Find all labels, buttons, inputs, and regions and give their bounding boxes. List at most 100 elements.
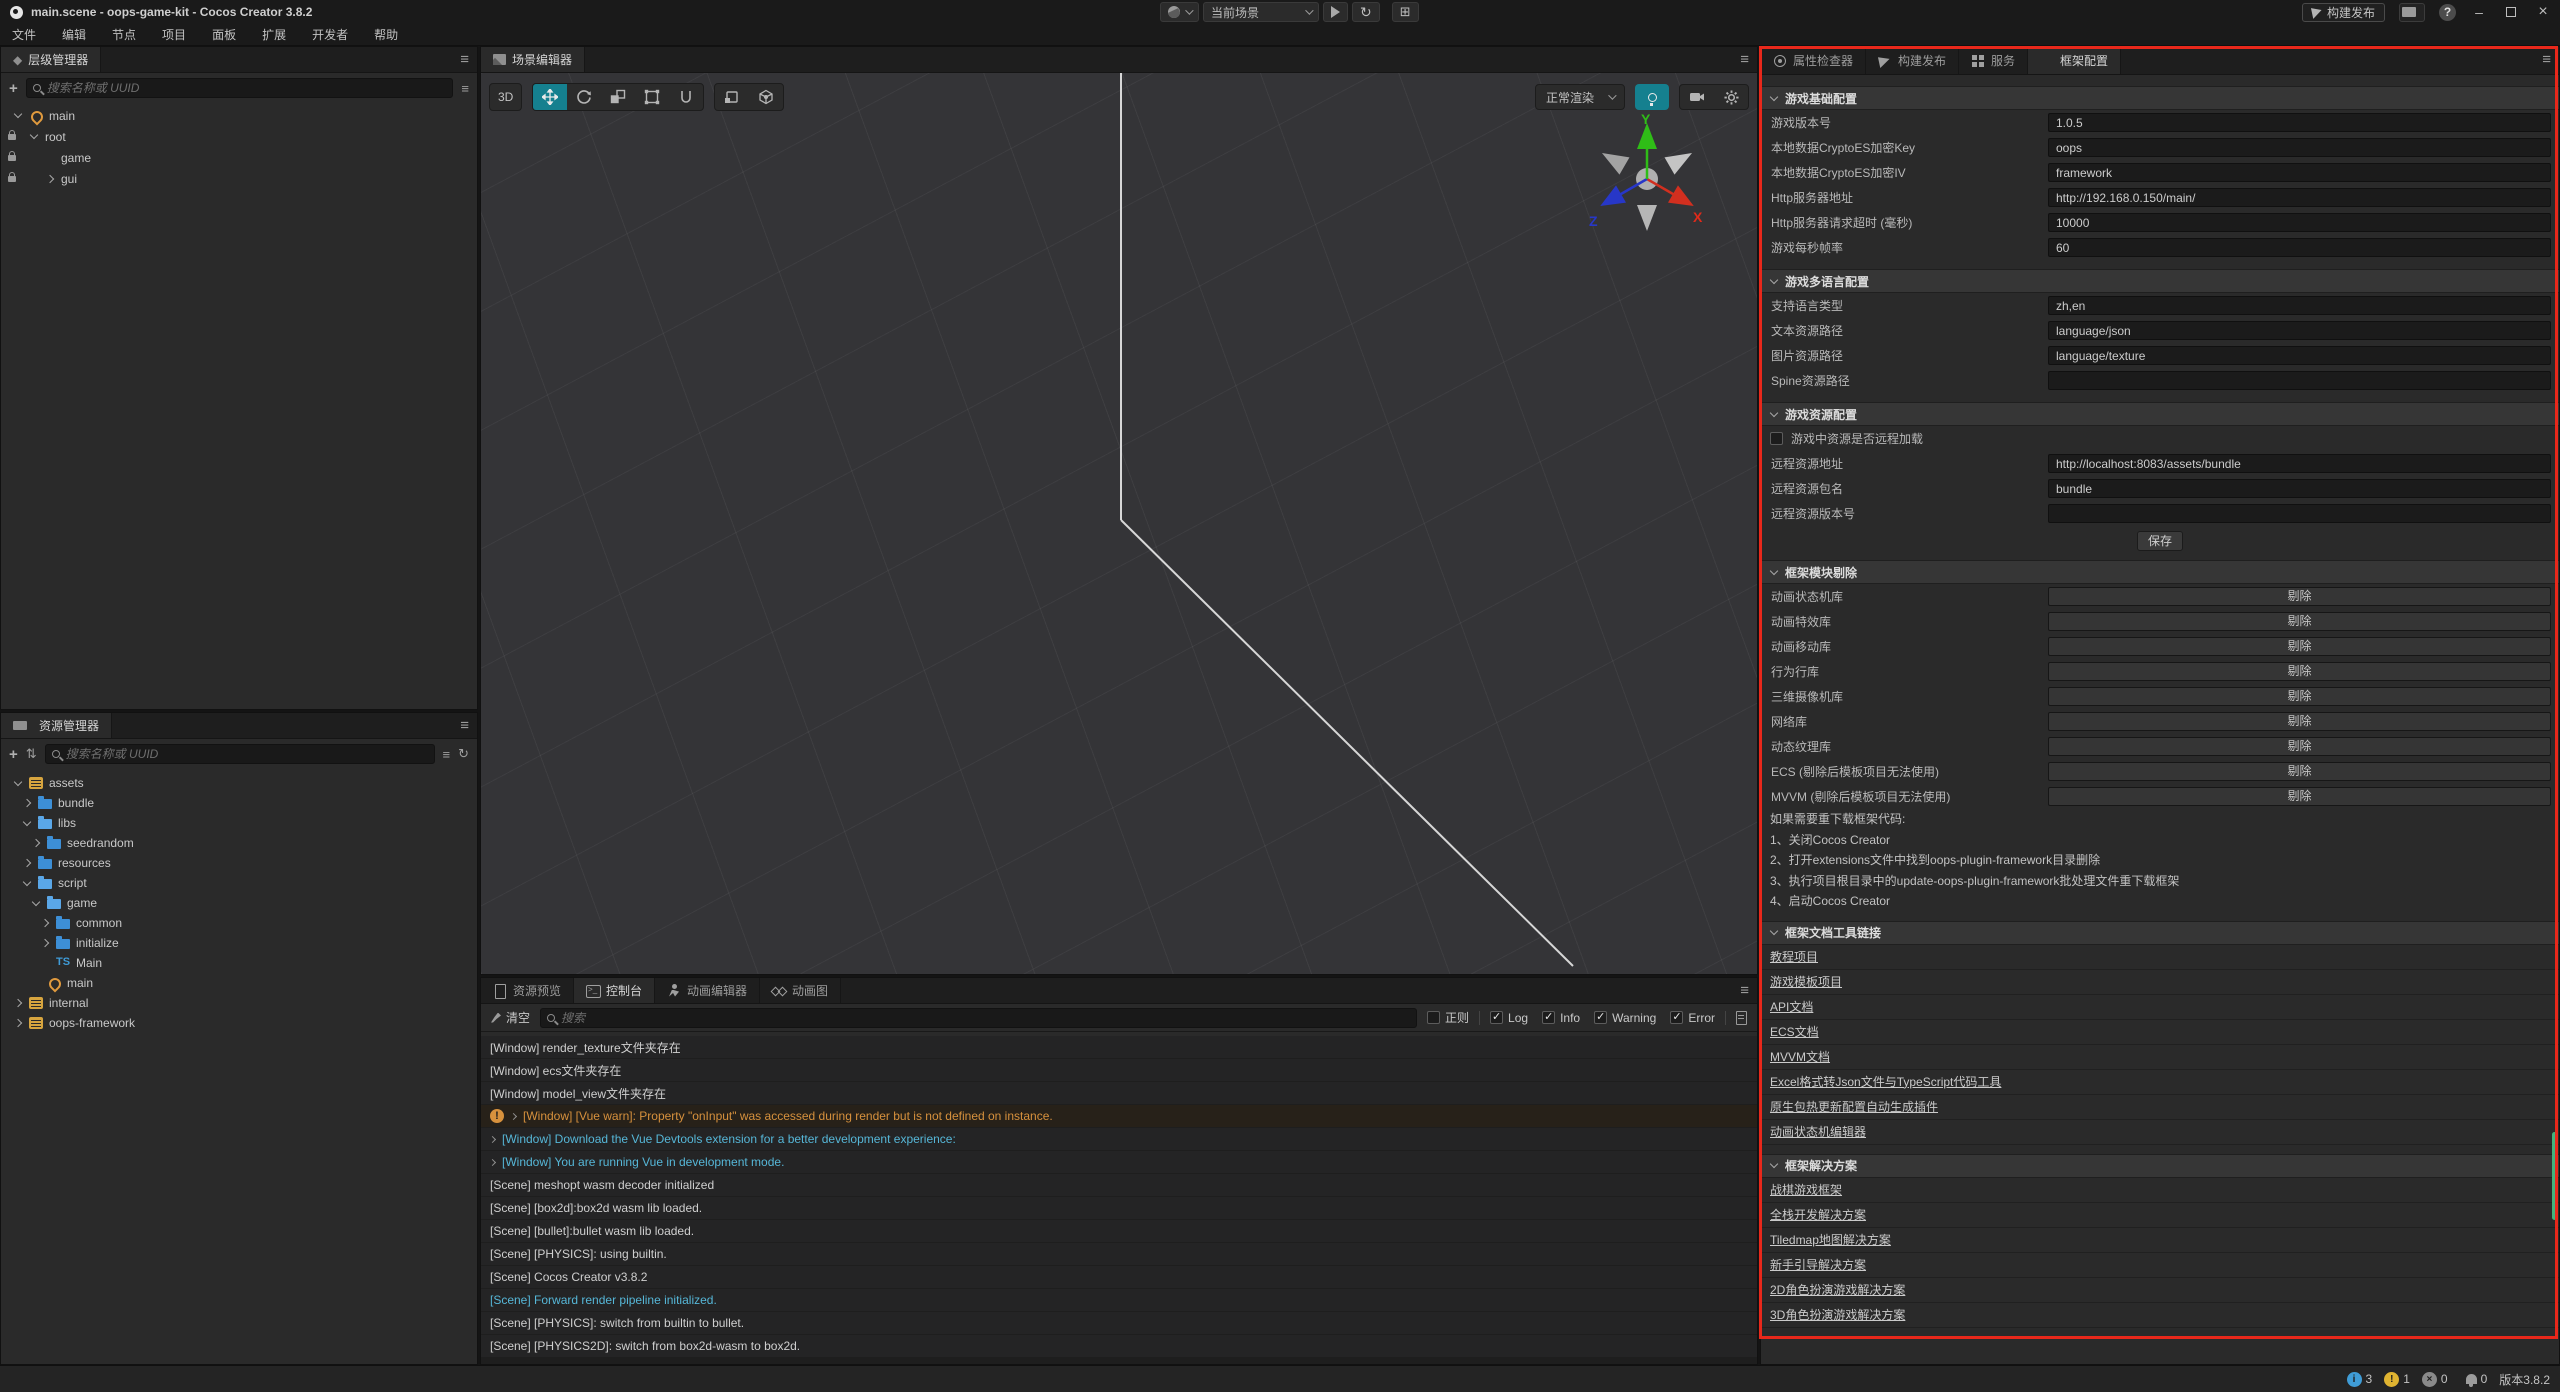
axis-z-label[interactable]: Z	[1589, 213, 1598, 229]
tree-caret-icon[interactable]	[14, 777, 22, 785]
log-row[interactable]: ! [Window] model_view文件夹存在	[481, 1082, 1757, 1104]
tree-caret-icon[interactable]	[32, 897, 40, 905]
doc-link[interactable]: API文档	[1770, 1000, 1813, 1014]
tree-caret-icon[interactable]	[14, 999, 22, 1007]
log-row[interactable]: ! [Window] Download the Vue Devtools ext…	[481, 1128, 1757, 1150]
tree-caret-icon[interactable]	[30, 131, 38, 139]
expand-caret-icon[interactable]	[510, 1112, 517, 1119]
rect-tool-button[interactable]	[635, 84, 669, 110]
doc-link[interactable]: Excel格式转Json文件与TypeScript代码工具	[1770, 1075, 2001, 1089]
help-button[interactable]: ?	[2439, 4, 2456, 21]
doc-link[interactable]: 教程项目	[1770, 950, 1818, 964]
menu-item[interactable]: 扩展	[262, 26, 286, 43]
log-row[interactable]: ! [Scene] [PHYSICS]: switch from builtin…	[481, 1312, 1757, 1334]
orientation-gizmo[interactable]: Y X Z	[1587, 117, 1707, 247]
hierarchy-node-row[interactable]: game	[1, 147, 477, 168]
property-input[interactable]	[2048, 346, 2551, 365]
asset-node-row[interactable]: libs	[1, 813, 477, 833]
tree-caret-icon[interactable]	[14, 110, 22, 118]
reload-button[interactable]: ↻	[1352, 2, 1380, 22]
property-input[interactable]	[2048, 138, 2551, 157]
expand-caret-icon[interactable]	[489, 1158, 496, 1165]
remove-module-button[interactable]: 剔除	[2048, 762, 2551, 781]
gear-button[interactable]	[1714, 85, 1748, 109]
doc-link[interactable]: MVVM文档	[1770, 1050, 1830, 1064]
scrollbar-thumb[interactable]	[2552, 1132, 2557, 1220]
save-button[interactable]: 保存	[2137, 531, 2183, 551]
regex-checkbox[interactable]	[1427, 1011, 1440, 1024]
property-input[interactable]	[2048, 371, 2551, 390]
section-header-solutions[interactable]: 框架解决方案	[1761, 1154, 2559, 1178]
property-input[interactable]	[2048, 238, 2551, 257]
console-search[interactable]	[540, 1008, 1417, 1028]
tree-caret-icon[interactable]	[46, 174, 54, 182]
error-count[interactable]: × 0	[2422, 1372, 2448, 1387]
log-row[interactable]: ! [Scene] [box2d]:box2d wasm lib loaded.	[481, 1197, 1757, 1219]
tree-caret-icon[interactable]	[23, 817, 31, 825]
console-log-list[interactable]: ! [Window] render_texture文件夹存在 ! [Window…	[481, 1036, 1757, 1364]
tree-caret-icon[interactable]	[41, 939, 49, 947]
property-input[interactable]	[2048, 296, 2551, 315]
remove-module-button[interactable]: 剔除	[2048, 587, 2551, 606]
doc-link[interactable]: 原生包热更新配置自动生成插件	[1770, 1100, 1938, 1114]
asset-node-row[interactable]: seedrandom	[1, 833, 477, 853]
rotate-tool-button[interactable]	[567, 84, 601, 110]
hierarchy-search-input[interactable]	[47, 81, 447, 95]
property-input[interactable]	[2048, 454, 2551, 473]
console-tab[interactable]: 控制台	[574, 978, 655, 1003]
asset-node-row[interactable]: initialize	[1, 933, 477, 953]
filter-checkbox[interactable]	[1670, 1011, 1683, 1024]
property-input[interactable]	[2048, 479, 2551, 498]
menu-item[interactable]: 面板	[212, 26, 236, 43]
tab-assets[interactable]: 资源管理器	[1, 713, 112, 738]
scene-select-dropdown[interactable]: 当前场景	[1203, 2, 1319, 22]
section-header-docs[interactable]: 框架文档工具链接	[1761, 921, 2559, 945]
remove-module-button[interactable]: 剔除	[2048, 612, 2551, 631]
tree-caret-icon[interactable]	[23, 799, 31, 807]
log-row[interactable]: ! [Window] render_texture文件夹存在	[481, 1036, 1757, 1058]
window-close-button[interactable]: ×	[2534, 3, 2552, 21]
asset-node-row[interactable]: script	[1, 873, 477, 893]
inspector-tab[interactable]: 框架配置	[2028, 47, 2121, 74]
solution-link[interactable]: 全栈开发解决方案	[1770, 1208, 1866, 1222]
filter-icon[interactable]: ≡	[443, 747, 451, 762]
log-row[interactable]: ! [Scene] Cocos Creator v3.8.2	[481, 1266, 1757, 1288]
tab-scene-editor[interactable]: 场景编辑器	[481, 47, 585, 72]
log-row[interactable]: ! [Scene] meshopt wasm decoder initializ…	[481, 1174, 1757, 1196]
sort-icon[interactable]: ⇅	[26, 746, 37, 762]
log-file-icon[interactable]	[1736, 1011, 1747, 1025]
property-input[interactable]	[2048, 321, 2551, 340]
log-row[interactable]: ! [Scene] Forward render pipeline initia…	[481, 1289, 1757, 1311]
section-header-res[interactable]: 游戏资源配置	[1761, 402, 2559, 426]
tree-caret-icon[interactable]	[23, 877, 31, 885]
filter-checkbox[interactable]	[1542, 1011, 1555, 1024]
doc-link[interactable]: 游戏模板项目	[1770, 975, 1842, 989]
pivot-snap-button[interactable]	[715, 84, 749, 110]
solution-link[interactable]: 新手引导解决方案	[1770, 1258, 1866, 1272]
log-row[interactable]: ! [Scene] [PHYSICS2D]: switch from box2d…	[481, 1335, 1757, 1357]
build-publish-button[interactable]: 构建发布	[2302, 3, 2385, 22]
property-input[interactable]	[2048, 163, 2551, 182]
filter-checkbox[interactable]	[1594, 1011, 1607, 1024]
section-header-lang[interactable]: 游戏多语言配置	[1761, 269, 2559, 293]
menu-item[interactable]: 节点	[112, 26, 136, 43]
menu-item[interactable]: 文件	[12, 26, 36, 43]
gizmo-2d-tool-button[interactable]	[669, 84, 703, 110]
window-maximize-button[interactable]	[2502, 4, 2520, 20]
inspector-tab[interactable]: 构建发布	[1866, 47, 1959, 74]
regex-toggle[interactable]: 正则	[1427, 1009, 1469, 1026]
log-row[interactable]: ! [Scene] [PHYSICS]: using builtin.	[481, 1243, 1757, 1265]
notification-count[interactable]: 0	[2466, 1372, 2488, 1386]
menu-item[interactable]: 开发者	[312, 26, 348, 43]
asset-node-row[interactable]: game	[1, 893, 477, 913]
asset-node-row[interactable]: main	[1, 973, 477, 993]
inspector-tab[interactable]: 服务	[1959, 47, 2028, 74]
panel-menu-icon[interactable]: ≡	[1740, 982, 1749, 999]
tree-caret-icon[interactable]	[32, 839, 40, 847]
scale-tool-button[interactable]	[601, 84, 635, 110]
menu-item[interactable]: 项目	[162, 26, 186, 43]
remove-module-button[interactable]: 剔除	[2048, 712, 2551, 731]
solution-link[interactable]: 3D角色扮演游戏解决方案	[1770, 1308, 1905, 1322]
console-tab[interactable]: 资源预览	[481, 978, 574, 1003]
mode-3d-button[interactable]: 3D	[489, 83, 522, 111]
